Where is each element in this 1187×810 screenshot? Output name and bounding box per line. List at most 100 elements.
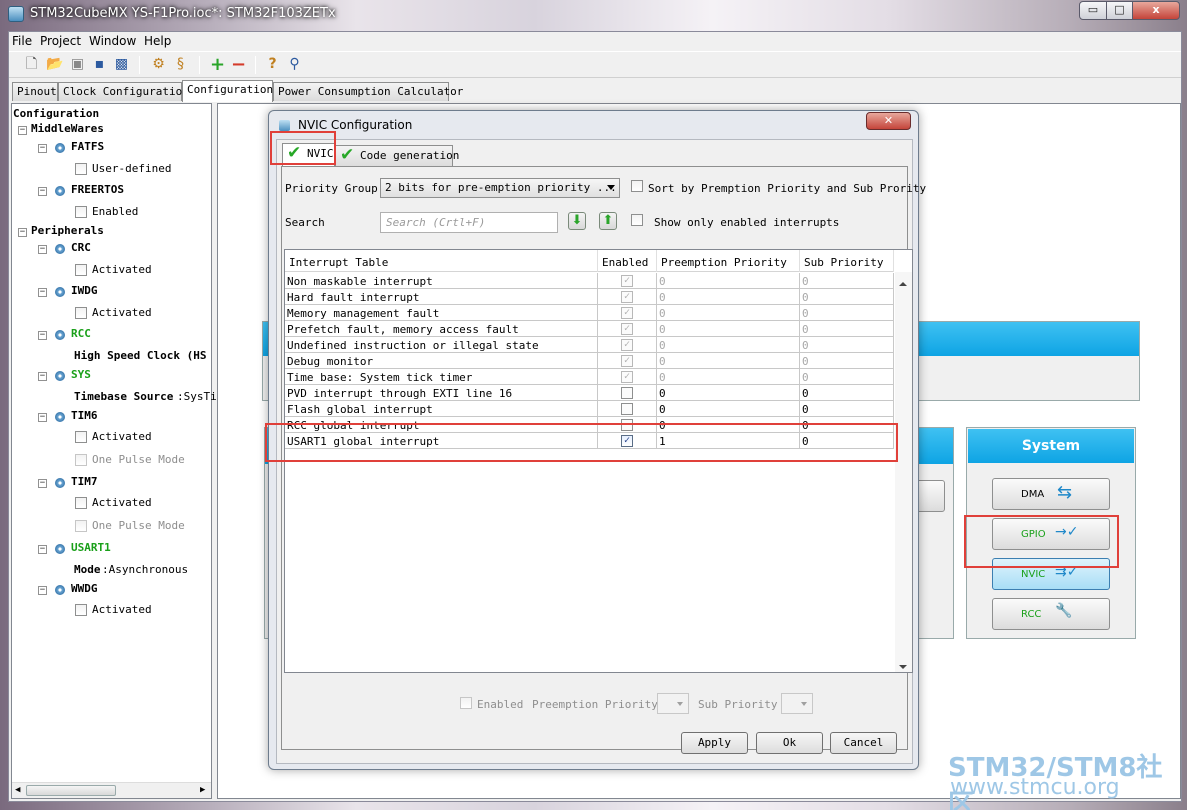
sub-priority-cell[interactable]: 0 bbox=[800, 289, 894, 305]
generate-code-icon[interactable]: ⚙ bbox=[150, 56, 167, 73]
collapse-toggle[interactable]: − bbox=[38, 479, 47, 488]
preemption-priority-cell[interactable]: 0 bbox=[657, 321, 800, 337]
tree-iwdg[interactable]: IWDG bbox=[71, 284, 98, 297]
sort-priority-checkbox[interactable] bbox=[631, 180, 643, 192]
collapse-toggle[interactable]: − bbox=[38, 413, 47, 422]
sub-priority-cell[interactable]: 0 bbox=[800, 353, 894, 369]
crc-activated-checkbox[interactable] bbox=[75, 264, 87, 276]
collapse-toggle[interactable]: − bbox=[18, 228, 27, 237]
save-project-icon[interactable]: ▣ bbox=[69, 56, 86, 73]
collapse-toggle[interactable]: − bbox=[38, 545, 47, 554]
table-row[interactable]: Prefetch fault, memory access fault ✓ 0 0 bbox=[285, 321, 894, 337]
dma-button[interactable]: DMA ⇆ bbox=[992, 478, 1110, 510]
tree-rcc[interactable]: RCC bbox=[71, 327, 91, 340]
enabled-checkbox[interactable] bbox=[621, 387, 633, 399]
bottom-sub-priority-select[interactable] bbox=[781, 693, 813, 714]
sub-priority-cell[interactable]: 0 bbox=[800, 385, 894, 401]
scroll-right-icon[interactable]: ▶ bbox=[200, 785, 205, 795]
tree-tim7[interactable]: TIM7 bbox=[71, 475, 98, 488]
table-vertical-scrollbar[interactable] bbox=[895, 272, 912, 672]
tree-freertos[interactable]: FREERTOS bbox=[71, 183, 124, 196]
column-interrupt-table[interactable]: Interrupt Table bbox=[285, 250, 598, 272]
tab-pinout[interactable]: Pinout bbox=[12, 82, 58, 101]
generate-report-icon[interactable]: § bbox=[172, 56, 189, 73]
maximize-button[interactable]: □ bbox=[1106, 1, 1133, 20]
window-title-bar[interactable]: STM32CubeMX YS-F1Pro.ioc*: STM32F103ZETx… bbox=[0, 0, 1187, 30]
table-row[interactable]: Undefined instruction or illegal state ✓ 0… bbox=[285, 337, 894, 353]
sub-priority-cell[interactable]: 0 bbox=[800, 401, 894, 417]
save-icon[interactable]: ▪ bbox=[91, 56, 108, 73]
about-icon[interactable]: ⚲ bbox=[286, 56, 303, 73]
tree-wwdg[interactable]: WWDG bbox=[71, 582, 98, 595]
tab-configuration[interactable]: Configuration bbox=[182, 80, 273, 102]
scroll-up-icon[interactable] bbox=[899, 282, 907, 286]
table-row[interactable]: Time base: System tick timer ✓ 0 0 bbox=[285, 369, 894, 385]
menu-file[interactable]: File bbox=[12, 34, 32, 48]
sub-priority-cell[interactable]: 0 bbox=[800, 305, 894, 321]
dialog-close-button[interactable]: ✕ bbox=[866, 112, 911, 130]
search-next-arrow-down-icon[interactable]: ⬇ bbox=[568, 212, 586, 230]
tim6-activated-checkbox[interactable] bbox=[75, 431, 87, 443]
preemption-priority-cell[interactable]: 0 bbox=[657, 305, 800, 321]
save-as-icon[interactable]: ▩ bbox=[113, 56, 130, 73]
collapse-toggle[interactable]: − bbox=[38, 288, 47, 297]
scroll-down-icon[interactable] bbox=[899, 665, 907, 669]
enabled-checkbox[interactable] bbox=[621, 403, 633, 415]
collapse-toggle[interactable]: − bbox=[38, 372, 47, 381]
bottom-enabled-checkbox[interactable] bbox=[460, 697, 472, 709]
bottom-preemption-select[interactable] bbox=[657, 693, 689, 714]
wwdg-activated-checkbox[interactable] bbox=[75, 604, 87, 616]
scroll-left-icon[interactable]: ◀ bbox=[15, 785, 20, 795]
tree-middlewares[interactable]: MiddleWares bbox=[31, 122, 104, 135]
tree-peripherals[interactable]: Peripherals bbox=[31, 224, 104, 237]
table-row[interactable]: PVD interrupt through EXTI line 16 0 0 bbox=[285, 385, 894, 401]
rcc-button[interactable]: RCC 🔧 bbox=[992, 598, 1110, 630]
search-prev-arrow-up-icon[interactable]: ⬆ bbox=[599, 212, 617, 230]
table-row[interactable]: Hard fault interrupt ✓ 0 0 bbox=[285, 289, 894, 305]
menu-project[interactable]: Project bbox=[40, 34, 81, 48]
tree-usart1[interactable]: USART1 bbox=[71, 541, 111, 554]
column-enabled[interactable]: Enabled bbox=[598, 250, 657, 272]
sub-priority-cell[interactable]: 0 bbox=[800, 369, 894, 385]
column-sub-priority[interactable]: Sub Priority bbox=[800, 250, 894, 272]
new-project-icon[interactable]: 🗋 bbox=[23, 56, 40, 73]
table-row[interactable]: Debug monitor ✓ 0 0 bbox=[285, 353, 894, 369]
tab-power-consumption[interactable]: Power Consumption Calculator bbox=[273, 82, 463, 101]
minimize-button[interactable]: ▭ bbox=[1079, 1, 1107, 20]
column-preemption-priority[interactable]: Preemption Priority bbox=[657, 250, 800, 272]
sub-priority-cell[interactable]: 0 bbox=[800, 337, 894, 353]
collapse-toggle[interactable]: − bbox=[38, 245, 47, 254]
tab-clock-configuration[interactable]: Clock Configuration bbox=[58, 82, 189, 101]
search-input[interactable]: Search (Crtl+F) bbox=[380, 212, 558, 233]
tim7-one-pulse-checkbox[interactable] bbox=[75, 520, 87, 532]
close-window-button[interactable]: x bbox=[1132, 1, 1180, 20]
menu-window[interactable]: Window bbox=[89, 34, 136, 48]
tim6-one-pulse-checkbox[interactable] bbox=[75, 454, 87, 466]
preemption-priority-cell[interactable]: 0 bbox=[657, 401, 800, 417]
preemption-priority-cell[interactable]: 0 bbox=[657, 337, 800, 353]
cancel-button[interactable]: Cancel bbox=[830, 732, 897, 754]
ok-button[interactable]: Ok bbox=[756, 732, 823, 754]
preemption-priority-cell[interactable]: 0 bbox=[657, 385, 800, 401]
priority-group-select[interactable]: 2 bits for pre-emption priority ... bbox=[380, 178, 620, 198]
scrollbar-thumb[interactable] bbox=[26, 785, 116, 796]
collapse-toggle[interactable]: − bbox=[38, 187, 47, 196]
tree-sys[interactable]: SYS bbox=[71, 368, 91, 381]
tree-tim6[interactable]: TIM6 bbox=[71, 409, 98, 422]
zoom-in-icon[interactable]: + bbox=[209, 56, 226, 74]
preemption-priority-cell[interactable]: 0 bbox=[657, 273, 800, 289]
menu-help[interactable]: Help bbox=[144, 34, 171, 48]
tim7-activated-checkbox[interactable] bbox=[75, 497, 87, 509]
preemption-priority-cell[interactable]: 0 bbox=[657, 289, 800, 305]
sub-priority-cell[interactable]: 0 bbox=[800, 273, 894, 289]
tab-code-generation[interactable]: ✔ Code generation bbox=[335, 145, 459, 166]
preemption-priority-cell[interactable]: 0 bbox=[657, 353, 800, 369]
help-icon[interactable]: ? bbox=[264, 56, 281, 73]
iwdg-activated-checkbox[interactable] bbox=[75, 307, 87, 319]
table-row[interactable]: Flash global interrupt 0 0 bbox=[285, 401, 894, 417]
tree-fatfs[interactable]: FATFS bbox=[71, 140, 104, 153]
freertos-enabled-checkbox[interactable] bbox=[75, 206, 87, 218]
collapse-toggle[interactable]: − bbox=[38, 586, 47, 595]
sub-priority-cell[interactable]: 0 bbox=[800, 321, 894, 337]
zoom-out-icon[interactable]: − bbox=[230, 56, 247, 74]
